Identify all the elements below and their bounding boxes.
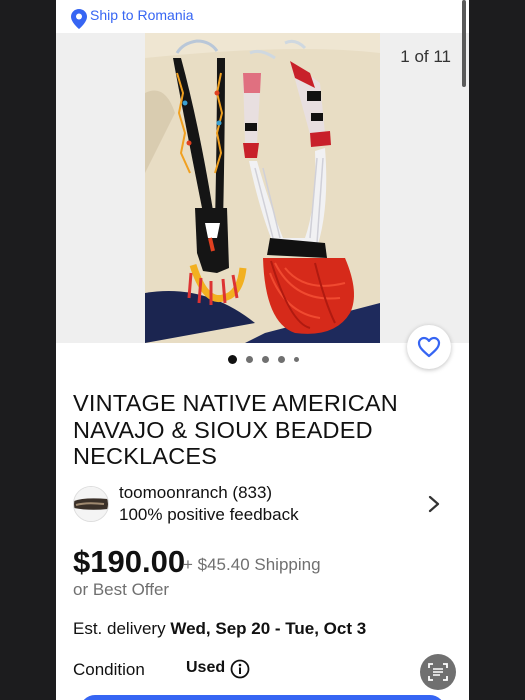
ship-to-link[interactable]: Ship to Romania xyxy=(90,7,194,23)
image-counter: 1 of 11 xyxy=(400,47,451,66)
seller-avatar xyxy=(73,486,109,522)
pagination-dot-active[interactable] xyxy=(228,354,237,364)
image-gallery[interactable]: 1 of 11 xyxy=(56,33,469,343)
watch-button[interactable] xyxy=(407,325,451,369)
pagination-dot[interactable] xyxy=(294,356,299,362)
seller-name: toomoonranch (833) xyxy=(119,483,273,502)
best-offer-text: or Best Offer xyxy=(73,580,170,599)
delivery-range: Wed, Sep 20 - Tue, Oct 3 xyxy=(170,619,367,638)
visual-search-button[interactable] xyxy=(420,654,456,690)
condition-label: Condition xyxy=(73,660,145,679)
seller-row[interactable]: toomoonranch (833) 100% positive feedbac… xyxy=(72,483,452,525)
pagination-dot[interactable] xyxy=(278,355,285,363)
chevron-right-icon xyxy=(428,495,440,513)
location-pin-icon xyxy=(71,9,87,29)
pagination-dot[interactable] xyxy=(246,355,253,363)
delivery-label: Est. delivery xyxy=(73,619,166,638)
gallery-pagination[interactable] xyxy=(228,354,299,364)
listing-page: Ship to Romania 1 of 11 VINTAGE NATIVE A… xyxy=(56,0,469,700)
info-icon[interactable] xyxy=(230,659,250,679)
listing-title: VINTAGE NATIVE AMERICAN NAVAJO & SIOUX B… xyxy=(73,390,398,469)
product-photo[interactable] xyxy=(145,33,380,343)
seller-feedback: 100% positive feedback xyxy=(119,505,299,524)
scan-icon xyxy=(428,663,448,681)
buy-it-now-button[interactable] xyxy=(80,695,445,700)
pagination-dot[interactable] xyxy=(262,355,269,363)
shipping-cost: + $45.40 Shipping xyxy=(183,555,321,574)
estimated-delivery: Est. delivery Wed, Sep 20 - Tue, Oct 3 xyxy=(73,619,366,639)
scrollbar[interactable] xyxy=(462,0,466,87)
ship-to-bar[interactable]: Ship to Romania xyxy=(56,0,469,33)
price: $190.00 xyxy=(73,544,186,579)
heart-icon xyxy=(417,336,441,358)
condition-value: Used xyxy=(186,659,226,676)
